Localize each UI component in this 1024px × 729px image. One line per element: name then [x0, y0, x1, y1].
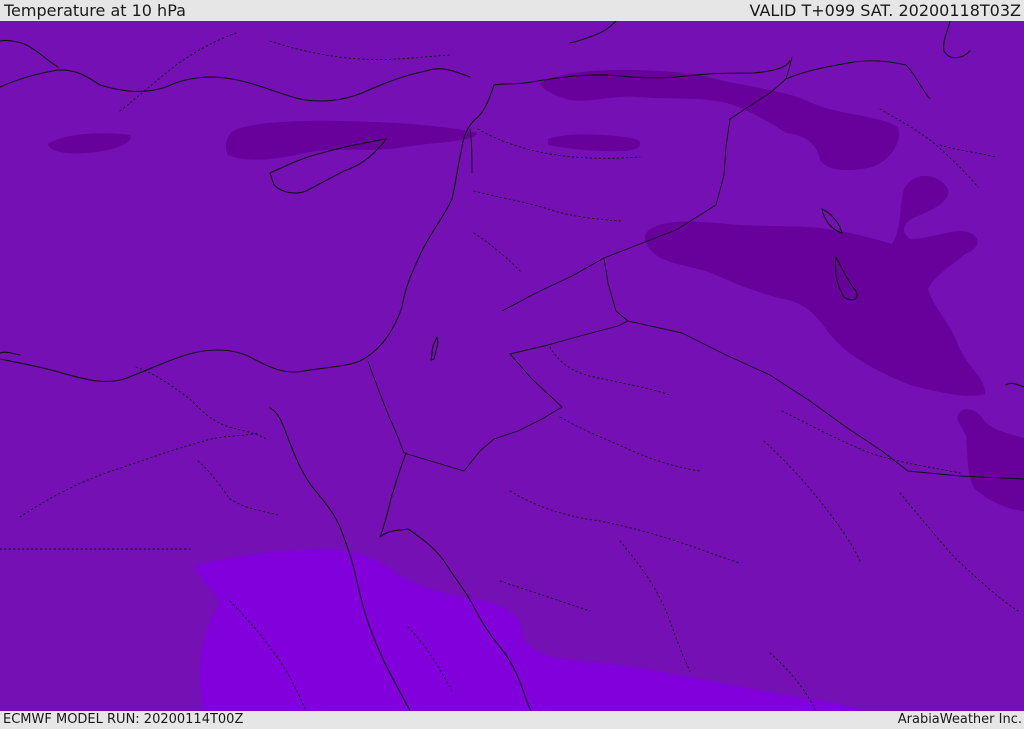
- forecast-map-page: Temperature at 10 hPa VALID T+099 SAT. 2…: [0, 0, 1024, 729]
- header-bar: Temperature at 10 hPa VALID T+099 SAT. 2…: [0, 0, 1024, 21]
- map-title: Temperature at 10 hPa: [4, 1, 186, 20]
- valid-time-label: VALID T+099 SAT. 20200118T03Z: [749, 1, 1021, 20]
- credit-label: ArabiaWeather Inc.: [897, 712, 1022, 727]
- map-area[interactable]: [0, 21, 1024, 711]
- temperature-map-svg[interactable]: [0, 21, 1024, 711]
- model-run-label: ECMWF MODEL RUN: 20200114T00Z: [3, 712, 244, 727]
- footer-bar: ECMWF MODEL RUN: 20200114T00Z ArabiaWeat…: [0, 711, 1024, 729]
